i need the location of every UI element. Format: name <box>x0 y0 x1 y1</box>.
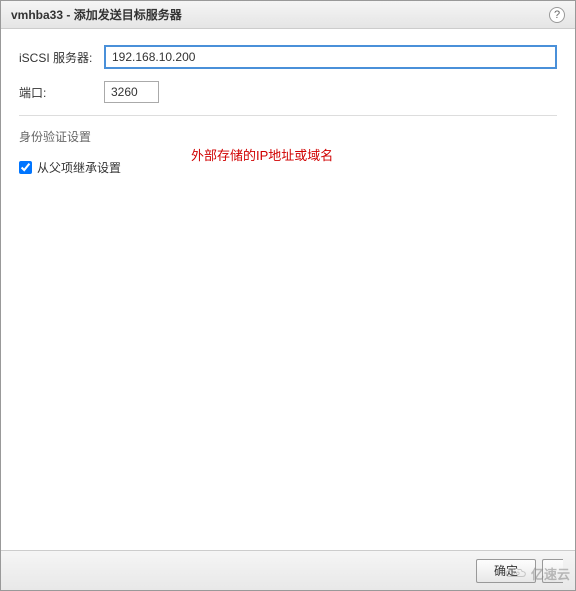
row-port: 端口: <box>19 81 557 103</box>
divider <box>19 115 557 116</box>
dialog-title: vmhba33 - 添加发送目标服务器 <box>11 6 182 23</box>
help-icon[interactable]: ? <box>549 7 565 23</box>
row-iscsi-server: iSCSI 服务器: <box>19 45 557 69</box>
dialog-content: iSCSI 服务器: 端口: 身份验证设置 外部存储的IP地址或域名 从父项继承… <box>1 29 575 550</box>
inherit-label: 从父项继承设置 <box>37 159 121 176</box>
auth-section: 身份验证设置 外部存储的IP地址或域名 从父项继承设置 <box>19 128 557 176</box>
dialog-add-send-target: vmhba33 - 添加发送目标服务器 ? iSCSI 服务器: 端口: 身份验… <box>0 0 576 591</box>
port-input[interactable] <box>104 81 159 103</box>
auth-settings-header: 身份验证设置 <box>19 128 91 145</box>
ok-button[interactable]: 确定 <box>476 559 536 583</box>
inherit-checkbox[interactable] <box>19 161 32 174</box>
iscsi-server-label: iSCSI 服务器: <box>19 49 104 66</box>
annotation-text: 外部存储的IP地址或域名 <box>191 145 333 164</box>
cancel-button-partial[interactable] <box>542 559 563 583</box>
port-label: 端口: <box>19 84 104 101</box>
dialog-footer: 确定 <box>1 550 575 590</box>
titlebar: vmhba33 - 添加发送目标服务器 ? <box>1 1 575 29</box>
iscsi-server-input[interactable] <box>104 45 557 69</box>
